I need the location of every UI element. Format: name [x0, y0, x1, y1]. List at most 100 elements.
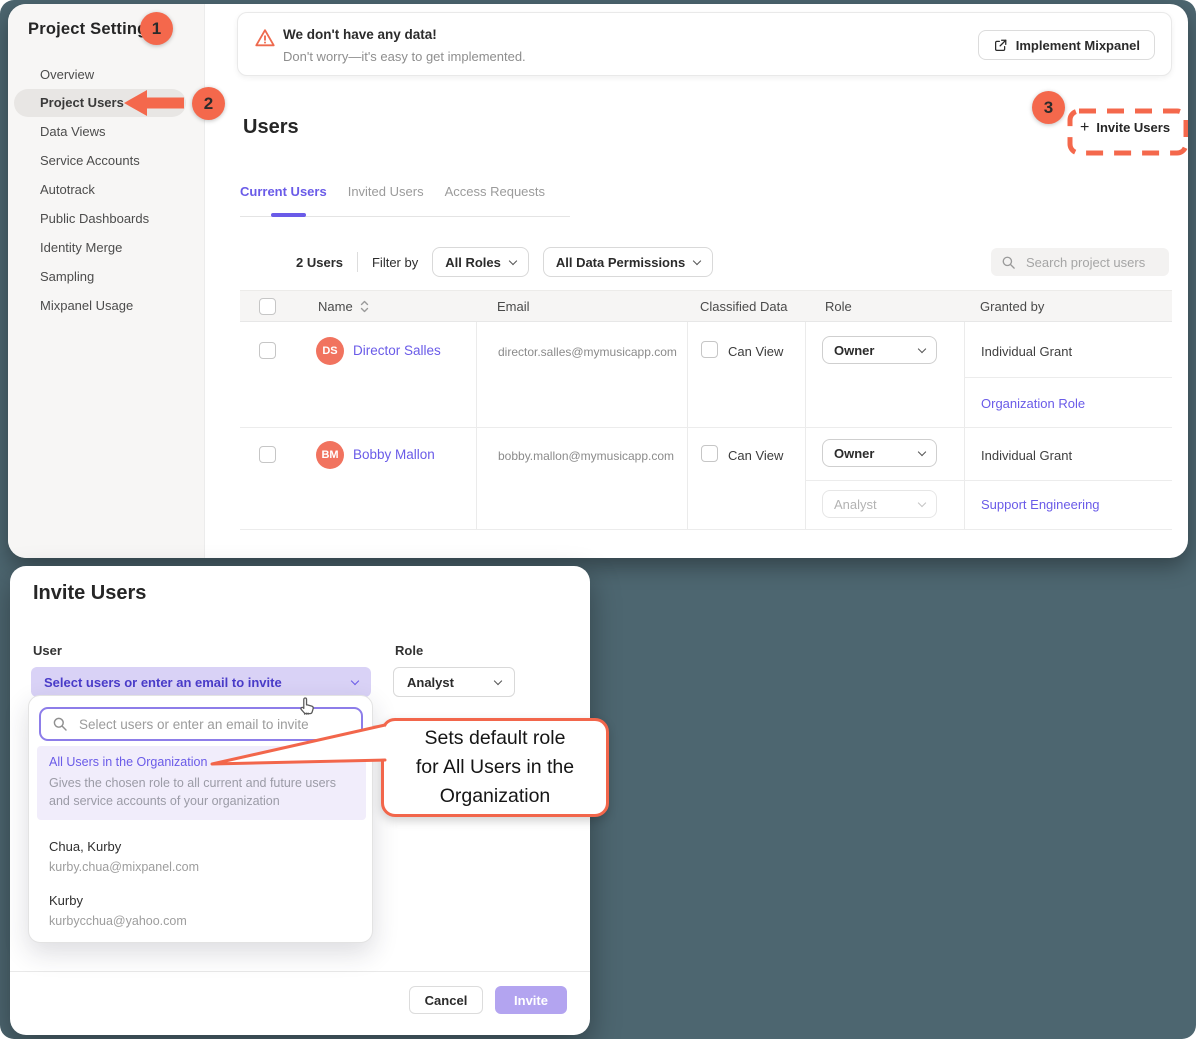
chevron-down-icon [918, 498, 926, 506]
can-view-checkbox[interactable] [701, 341, 718, 358]
annotation-arrow-icon [120, 86, 190, 120]
callout-line-3: Organization [416, 782, 574, 811]
granted-by-text: Individual Grant [981, 344, 1072, 359]
table-row: DS Director Salles director.salles@mymus… [240, 322, 1172, 428]
users-table: Name Email Classified Data Role Granted … [240, 290, 1172, 530]
annotation-badge-2: 2 [192, 87, 225, 120]
annotation-callout: Sets default role for All Users in the O… [381, 718, 609, 817]
callout-line-1: Sets default role [416, 724, 574, 753]
granted-by-link[interactable]: Support Engineering [981, 497, 1100, 512]
divider [357, 252, 358, 272]
user-email: director.salles@mymusicapp.com [498, 345, 677, 359]
annotation-badge-3: 3 [1032, 91, 1065, 124]
plus-icon: + [1080, 121, 1089, 134]
col-name[interactable]: Name [318, 299, 353, 314]
cell-divider [964, 377, 1172, 378]
hand-cursor-icon [296, 695, 318, 719]
implement-mixpanel-button[interactable]: Implement Mixpanel [978, 30, 1155, 60]
sidebar-item-data-views[interactable]: Data Views [40, 125, 106, 139]
sidebar-item-service-accounts[interactable]: Service Accounts [40, 154, 140, 168]
table-header: Name Email Classified Data Role Granted … [240, 290, 1172, 322]
sidebar-item-public-dashboards[interactable]: Public Dashboards [40, 212, 149, 226]
user-select[interactable]: Select users or enter an email to invite [31, 667, 371, 697]
user-field-label: User [33, 643, 62, 658]
warning-icon [254, 27, 276, 49]
secondary-role-value: Analyst [834, 497, 877, 512]
sidebar-item-autotrack[interactable]: Autotrack [40, 183, 95, 197]
user-select-value: Select users or enter an email to invite [44, 675, 282, 690]
invite-users-button[interactable]: + Invite Users [1080, 120, 1170, 135]
all-roles-label: All Roles [445, 255, 501, 270]
search-icon [1001, 255, 1016, 270]
sidebar-item-overview[interactable]: Overview [40, 68, 94, 82]
chevron-down-icon [918, 447, 926, 455]
chevron-down-icon [351, 676, 359, 684]
callout-line-2: for All Users in the [416, 753, 574, 782]
project-settings-panel: Project Settings Overview Project Users … [8, 4, 1188, 558]
user-name-link[interactable]: Director Salles [353, 343, 441, 358]
option-user-name: Kurby [49, 893, 187, 908]
invite-users-label: Invite Users [1096, 120, 1170, 135]
option-user[interactable]: Kurby kurbycchua@yahoo.com [49, 893, 187, 928]
role-select-value: Analyst [407, 675, 454, 690]
annotation-badge-1: 1 [140, 12, 173, 45]
filter-by-label: Filter by [372, 255, 418, 270]
user-tabs: Current Users Invited Users Access Reque… [240, 184, 545, 215]
no-data-banner: We don't have any data! Don't worry—it's… [237, 12, 1172, 76]
all-data-permissions-dropdown[interactable]: All Data Permissions [543, 247, 713, 277]
sidebar-item-sampling[interactable]: Sampling [40, 270, 94, 284]
callout-tail [205, 715, 390, 780]
sidebar-title: Project Settings [28, 20, 157, 39]
sidebar-item-identity-merge[interactable]: Identity Merge [40, 241, 122, 255]
tab-current-users[interactable]: Current Users [240, 184, 327, 215]
all-roles-dropdown[interactable]: All Roles [432, 247, 529, 277]
chevron-down-icon [509, 256, 517, 264]
invite-button[interactable]: Invite [495, 986, 567, 1014]
row-checkbox[interactable] [259, 342, 276, 359]
footer-divider [10, 971, 590, 972]
cancel-button[interactable]: Cancel [409, 986, 483, 1014]
option-user-email: kurby.chua@mixpanel.com [49, 860, 199, 874]
external-link-icon [993, 38, 1008, 53]
active-tab-underline [271, 213, 306, 217]
sort-icon[interactable] [360, 300, 369, 313]
all-data-permissions-label: All Data Permissions [556, 255, 685, 270]
select-all-checkbox[interactable] [259, 298, 276, 315]
row-checkbox[interactable] [259, 446, 276, 463]
role-select[interactable]: Owner [822, 336, 937, 364]
tab-invited-users[interactable]: Invited Users [348, 184, 424, 215]
option-user[interactable]: Chua, Kurby kurby.chua@mixpanel.com [49, 839, 199, 874]
cell-divider [805, 480, 1172, 481]
col-role: Role [825, 299, 852, 314]
chevron-down-icon [918, 344, 926, 352]
page-title: Users [243, 116, 299, 139]
table-row: BM Bobby Mallon bobby.mallon@mymusicapp.… [240, 428, 1172, 530]
col-granted-by: Granted by [980, 299, 1044, 314]
sidebar-item-mixpanel-usage[interactable]: Mixpanel Usage [40, 299, 133, 313]
user-count: 2 Users [296, 255, 343, 270]
option-user-name: Chua, Kurby [49, 839, 199, 854]
search-input[interactable] [1024, 254, 1154, 271]
chevron-down-icon [693, 256, 701, 264]
granted-by-text: Individual Grant [981, 448, 1072, 463]
role-value: Owner [834, 343, 874, 358]
secondary-role-select: Analyst [822, 490, 937, 518]
filter-row: 2 Users Filter by All Roles All Data Per… [296, 246, 713, 278]
chevron-down-icon [494, 676, 502, 684]
project-users-search[interactable] [991, 248, 1169, 276]
can-view-checkbox[interactable] [701, 445, 718, 462]
option-user-email: kurbycchua@yahoo.com [49, 914, 187, 928]
modal-title: Invite Users [33, 582, 146, 605]
tab-access-requests[interactable]: Access Requests [445, 184, 545, 215]
role-select[interactable]: Owner [822, 439, 937, 467]
implement-mixpanel-label: Implement Mixpanel [1016, 38, 1140, 53]
user-name-link[interactable]: Bobby Mallon [353, 447, 435, 462]
banner-subtitle: Don't worry—it's easy to get implemented… [283, 49, 526, 64]
col-email: Email [497, 299, 530, 314]
avatar: BM [316, 441, 344, 469]
screenshot-canvas: Project Settings Overview Project Users … [0, 0, 1196, 1039]
role-select[interactable]: Analyst [393, 667, 515, 697]
sidebar-item-project-users[interactable]: Project Users [40, 96, 124, 110]
granted-by-link[interactable]: Organization Role [981, 396, 1085, 411]
can-view-label: Can View [728, 344, 783, 359]
